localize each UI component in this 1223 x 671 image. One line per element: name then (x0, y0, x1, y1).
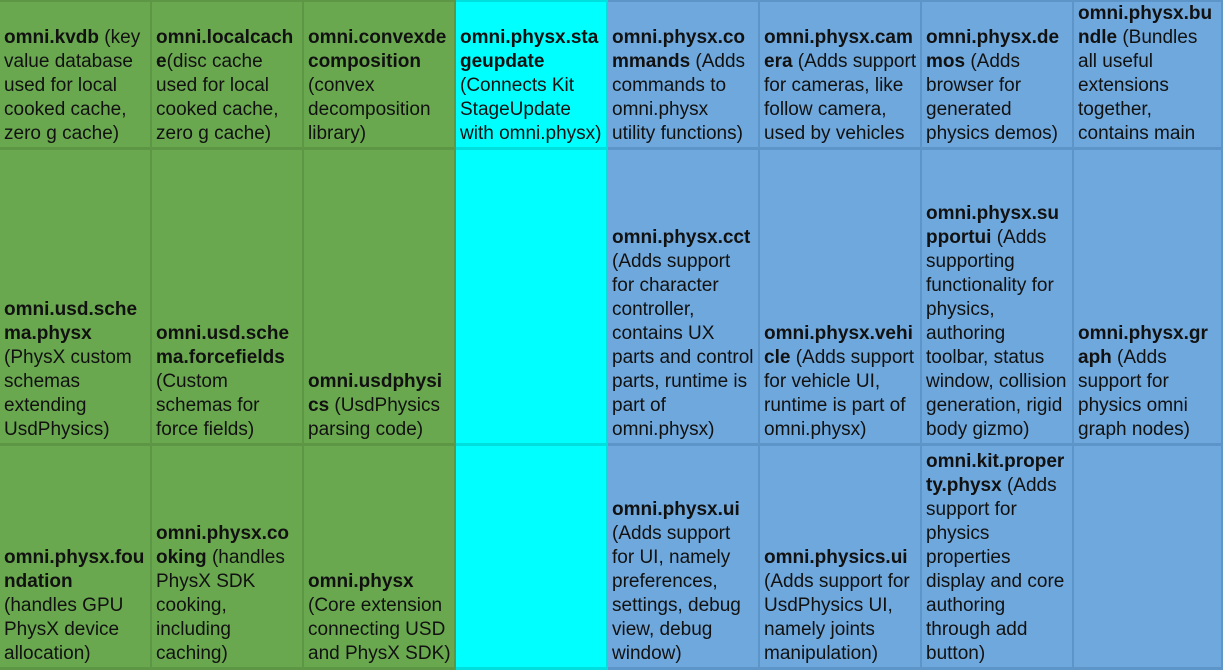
cell-omni-localcache: omni.localcache(disc cache used for loca… (152, 0, 304, 150)
cell-omni-physx-commands: omni.physx.commands (Adds commands to om… (608, 0, 760, 150)
cell-empty (456, 150, 608, 446)
extension-name: omni.physx.foundation (4, 547, 145, 592)
extension-description: (Custom schemas for force fields) (156, 371, 260, 440)
cell-omni-physx-ui: omni.physx.ui (Adds support for UI, name… (608, 446, 760, 670)
cell-omni-physx: omni.physx (Core extension connecting US… (304, 446, 456, 670)
extension-description: (Adds support for character controller, … (612, 251, 754, 440)
extension-description: (PhysX custom schemas extending UsdPhysi… (4, 347, 132, 440)
cell-empty (456, 446, 608, 670)
extension-grid: omni.kvdb (key value database used for l… (0, 0, 1223, 671)
extension-name: omni.kvdb (4, 27, 100, 48)
cell-omni-usdphysics: omni.usdphysics (UsdPhysics parsing code… (304, 150, 456, 446)
cell-omni-kvdb: omni.kvdb (key value database used for l… (0, 0, 152, 150)
cell-omni-usd-schema-forcefields: omni.usd.schema.forcefields (Custom sche… (152, 150, 304, 446)
extension-description: (Adds support for UI, namely preferences… (612, 523, 741, 664)
cell-omni-physx-supportui: omni.physx.supportui (Adds supporting fu… (922, 150, 1074, 446)
cell-omni-physx-camera: omni.physx.camera (Adds support for came… (760, 0, 922, 150)
extension-description: (disc cache used for local cooked cache,… (156, 51, 279, 144)
extension-name: omni.usd.schema.physx (4, 299, 138, 344)
cell-omni-usd-schema-physx: omni.usd.schema.physx (PhysX custom sche… (0, 150, 152, 446)
cell-omni-physx-stageupdate: omni.physx.stageupdate (Connects Kit Sta… (456, 0, 608, 150)
extension-description: (handles GPU PhysX device allocation) (4, 595, 124, 664)
extension-name: omni.physx.stageupdate (460, 27, 599, 72)
extension-name: omni.physx.cct (612, 227, 751, 248)
cell-omni-physx-demos: omni.physx.demos (Adds browser for gener… (922, 0, 1074, 150)
extension-name: omni.usd.schema.forcefields (156, 323, 290, 368)
extension-name: omni.convexdecomposition (308, 27, 447, 72)
cell-omni-physx-foundation: omni.physx.foundation (handles GPU PhysX… (0, 446, 152, 670)
extension-description: (Adds supporting functionality for physi… (926, 227, 1067, 440)
cell-omni-convexdecomposition: omni.convexdecomposition (convex decompo… (304, 0, 456, 150)
cell-empty (1074, 446, 1223, 670)
extension-name: omni.physx (308, 571, 414, 592)
extension-description: (Core extension connecting USD and PhysX… (308, 595, 451, 664)
cell-omni-kit-property-physx: omni.kit.property.physx (Adds support fo… (922, 446, 1074, 670)
cell-omni-physx-bundle: omni.physx.bundle (Bundles all useful ex… (1074, 0, 1223, 150)
extension-name: omni.physx.ui (612, 499, 740, 520)
extension-description: (convex decomposition library) (308, 75, 431, 144)
cell-omni-physx-graph: omni.physx.graph (Adds support for physi… (1074, 150, 1223, 446)
cell-omni-physx-cooking: omni.physx.cooking (handles PhysX SDK co… (152, 446, 304, 670)
extension-description: (Adds support for UsdPhysics UI, namely … (764, 571, 910, 664)
cell-omni-physics-ui: omni.physics.ui (Adds support for UsdPhy… (760, 446, 922, 670)
cell-omni-physx-cct: omni.physx.cct (Adds support for characte… (608, 150, 760, 446)
extension-description: (Connects Kit StageUpdate with omni.phys… (460, 75, 602, 144)
extension-description: (Adds support for physics properties dis… (926, 475, 1065, 664)
cell-omni-physx-vehicle: omni.physx.vehicle (Adds support for veh… (760, 150, 922, 446)
extension-name: omni.physics.ui (764, 547, 908, 568)
